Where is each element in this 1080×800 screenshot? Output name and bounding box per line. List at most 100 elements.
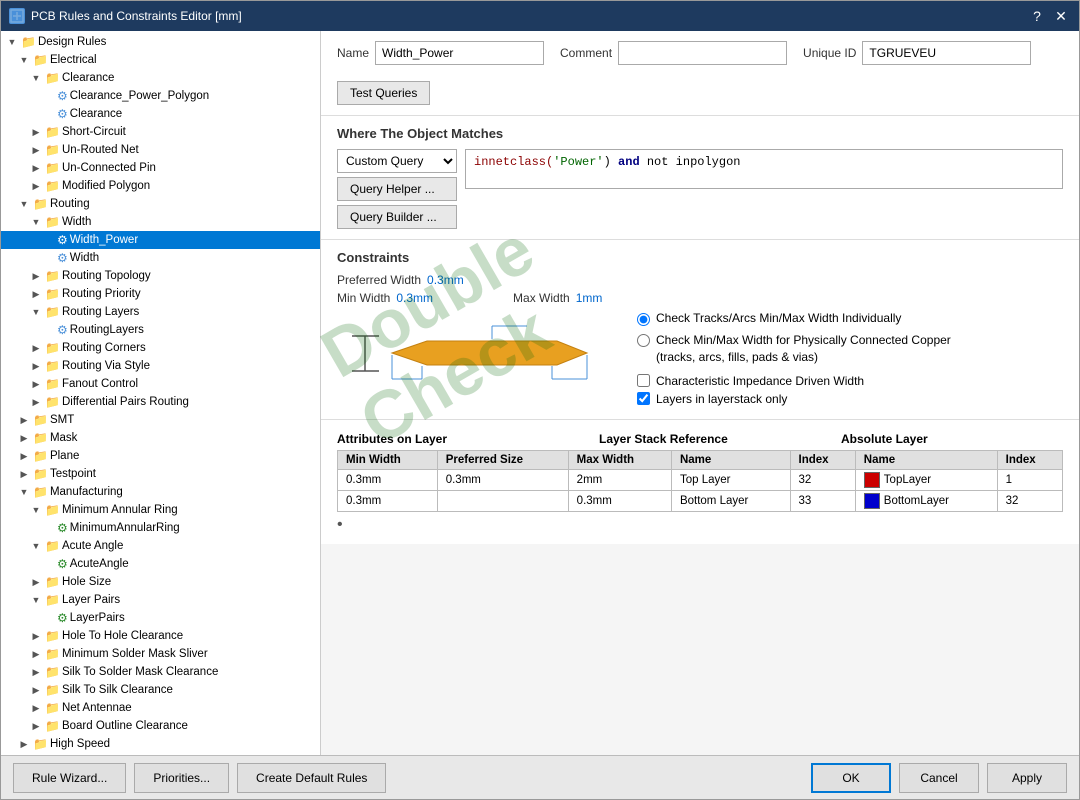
unique-id-field-group: Unique ID bbox=[803, 41, 1031, 65]
folder-icon: 📁 bbox=[33, 467, 48, 481]
table-row: 0.3mm 0.3mm Bottom Layer 33 BottomLayer … bbox=[338, 490, 1063, 511]
folder-icon: 📁 bbox=[33, 737, 48, 751]
test-queries-button[interactable]: Test Queries bbox=[337, 81, 430, 105]
tree-item-manufacturing[interactable]: ▼ 📁 Manufacturing bbox=[1, 483, 320, 501]
tree-item-layer-pairs-rule[interactable]: ⚙ LayerPairs bbox=[1, 609, 320, 627]
tree-item-un-routed-net[interactable]: ▶ 📁 Un-Routed Net bbox=[1, 141, 320, 159]
radio-label-2: Check Min/Max Width for Physically Conne… bbox=[656, 332, 951, 366]
rule-icon: ⚙ bbox=[57, 233, 68, 247]
tree-item-clearance-folder[interactable]: ▼ 📁 Clearance bbox=[1, 69, 320, 87]
tree-item-routing-corners[interactable]: ▶ 📁 Routing Corners bbox=[1, 339, 320, 357]
titlebar-buttons: ? ✕ bbox=[1027, 6, 1071, 26]
tree-item-routing[interactable]: ▼ 📁 Routing bbox=[1, 195, 320, 213]
tree-item-acute-angle-rule[interactable]: ⚙ AcuteAngle bbox=[1, 555, 320, 573]
apply-button[interactable]: Apply bbox=[987, 763, 1067, 793]
tree-item-routing-topology[interactable]: ▶ 📁 Routing Topology bbox=[1, 267, 320, 285]
tree-item-routing-layers-rule[interactable]: ⚙ RoutingLayers bbox=[1, 321, 320, 339]
unique-id-input[interactable] bbox=[862, 41, 1031, 65]
tree-item-clearance-power-polygon[interactable]: ⚙ Clearance_Power_Polygon bbox=[1, 87, 320, 105]
tree-item-layer-pairs-folder[interactable]: ▼ 📁 Layer Pairs bbox=[1, 591, 320, 609]
priorities-button[interactable]: Priorities... bbox=[134, 763, 229, 793]
folder-icon: 📁 bbox=[45, 593, 60, 607]
checkbox-item-1: Characteristic Impedance Driven Width bbox=[637, 374, 1053, 388]
tree-item-mask[interactable]: ▶ 📁 Mask bbox=[1, 429, 320, 447]
tree-item-high-speed[interactable]: ▶ 📁 High Speed bbox=[1, 735, 320, 753]
tree-label: Layer Pairs bbox=[62, 594, 120, 606]
expand-icon bbox=[41, 521, 55, 535]
tree-item-routing-layers[interactable]: ▼ 📁 Routing Layers bbox=[1, 303, 320, 321]
tree-item-width-folder[interactable]: ▼ 📁 Width bbox=[1, 213, 320, 231]
radio-individually[interactable] bbox=[637, 313, 650, 326]
rule-wizard-button[interactable]: Rule Wizard... bbox=[13, 763, 126, 793]
folder-icon: 📁 bbox=[45, 629, 60, 643]
tree-label: Net Antennae bbox=[62, 702, 132, 714]
cell-max-width: 0.3mm bbox=[568, 490, 671, 511]
tree-item-width-rule[interactable]: ⚙ Width bbox=[1, 249, 320, 267]
attributes-table: Min Width Preferred Size Max Width Name … bbox=[337, 450, 1063, 512]
tree-item-testpoint[interactable]: ▶ 📁 Testpoint bbox=[1, 465, 320, 483]
close-button[interactable]: ✕ bbox=[1051, 6, 1071, 26]
tree-item-clearance-rule[interactable]: ⚙ Clearance bbox=[1, 105, 320, 123]
tree-item-acute-angle-folder[interactable]: ▼ 📁 Acute Angle bbox=[1, 537, 320, 555]
help-button[interactable]: ? bbox=[1027, 6, 1047, 26]
tree-item-routing-via-style[interactable]: ▶ 📁 Routing Via Style bbox=[1, 357, 320, 375]
tree-item-diff-pairs[interactable]: ▶ 📁 Differential Pairs Routing bbox=[1, 393, 320, 411]
tree-item-min-solder-mask[interactable]: ▶ 📁 Minimum Solder Mask Sliver bbox=[1, 645, 320, 663]
radio-connected-copper[interactable] bbox=[637, 334, 650, 347]
tree-label: Width bbox=[70, 252, 99, 264]
tree-item-short-circuit[interactable]: ▶ 📁 Short-Circuit bbox=[1, 123, 320, 141]
tree-label: Board Outline Clearance bbox=[62, 720, 188, 732]
pref-width-group: Preferred Width 0.3mm bbox=[337, 273, 464, 287]
tree-item-un-connected-pin[interactable]: ▶ 📁 Un-Connected Pin bbox=[1, 159, 320, 177]
tree-item-min-annular-ring-rule[interactable]: ⚙ MinimumAnnularRing bbox=[1, 519, 320, 537]
cell-name: Bottom Layer bbox=[671, 490, 790, 511]
titlebar: PCB Rules and Constraints Editor [mm] ? … bbox=[1, 1, 1079, 31]
tree-item-smt[interactable]: ▶ 📁 SMT bbox=[1, 411, 320, 429]
tree-item-width-power[interactable]: ⚙ Width_Power bbox=[1, 231, 320, 249]
cell-max-width: 2mm bbox=[568, 469, 671, 490]
cancel-button[interactable]: Cancel bbox=[899, 763, 979, 793]
query-editor[interactable]: innetclass('Power') and not inpolygon bbox=[465, 149, 1063, 189]
folder-icon: 📁 bbox=[45, 71, 60, 85]
tree-item-electrical[interactable]: ▼ 📁 Electrical bbox=[1, 51, 320, 69]
expand-icon: ▶ bbox=[29, 143, 43, 157]
tree-item-board-outline[interactable]: ▶ 📁 Board Outline Clearance bbox=[1, 717, 320, 735]
tree-item-hole-size[interactable]: ▶ 📁 Hole Size bbox=[1, 573, 320, 591]
checkbox-impedance[interactable] bbox=[637, 374, 650, 387]
expand-icon: ▶ bbox=[17, 737, 31, 751]
tree-label: Routing Via Style bbox=[62, 360, 150, 372]
tree-item-silk-silk[interactable]: ▶ 📁 Silk To Silk Clearance bbox=[1, 681, 320, 699]
tree-label: Routing bbox=[50, 198, 90, 210]
query-builder-button[interactable]: Query Builder ... bbox=[337, 205, 457, 229]
tree-item-plane[interactable]: ▶ 📁 Plane bbox=[1, 447, 320, 465]
tree-container[interactable]: ▼ 📁 Design Rules ▼ 📁 Electrical ▼ 📁 Clea… bbox=[1, 31, 320, 755]
cell-abs-name: TopLayer bbox=[855, 469, 997, 490]
comment-input[interactable] bbox=[618, 41, 787, 65]
radio-checkbox-group: Check Tracks/Arcs Min/Max Width Individu… bbox=[637, 311, 1063, 409]
tree-item-silk-solder-mask[interactable]: ▶ 📁 Silk To Solder Mask Clearance bbox=[1, 663, 320, 681]
query-type-dropdown[interactable]: Custom Query All Net Class bbox=[337, 149, 457, 173]
query-helper-button[interactable]: Query Helper ... bbox=[337, 177, 457, 201]
tree-label: AcuteAngle bbox=[70, 558, 129, 570]
tree-label: Differential Pairs Routing bbox=[62, 396, 189, 408]
tree-item-net-antennae[interactable]: ▶ 📁 Net Antennae bbox=[1, 699, 320, 717]
checkbox-layerstack[interactable] bbox=[637, 392, 650, 405]
create-default-rules-button[interactable]: Create Default Rules bbox=[237, 763, 386, 793]
col-index: Index bbox=[790, 450, 855, 469]
tree-label: Manufacturing bbox=[50, 486, 123, 498]
tree-label: Hole Size bbox=[62, 576, 111, 588]
max-width-value: 1mm bbox=[576, 291, 603, 305]
rule-icon: ⚙ bbox=[57, 611, 68, 625]
tree-item-fanout-control[interactable]: ▶ 📁 Fanout Control bbox=[1, 375, 320, 393]
expand-icon: ▶ bbox=[29, 161, 43, 175]
tree-item-modified-polygon[interactable]: ▶ 📁 Modified Polygon bbox=[1, 177, 320, 195]
ok-button[interactable]: OK bbox=[811, 763, 891, 793]
tree-item-hole-to-hole[interactable]: ▶ 📁 Hole To Hole Clearance bbox=[1, 627, 320, 645]
tree-label: Silk To Solder Mask Clearance bbox=[62, 666, 218, 678]
table-section: Attributes on Layer Layer Stack Referenc… bbox=[321, 420, 1079, 544]
min-width-group: Min Width 0.3mm bbox=[337, 291, 433, 305]
name-input[interactable] bbox=[375, 41, 544, 65]
tree-item-design-rules[interactable]: ▼ 📁 Design Rules bbox=[1, 33, 320, 51]
tree-item-routing-priority[interactable]: ▶ 📁 Routing Priority bbox=[1, 285, 320, 303]
tree-item-min-annular-ring-folder[interactable]: ▼ 📁 Minimum Annular Ring bbox=[1, 501, 320, 519]
